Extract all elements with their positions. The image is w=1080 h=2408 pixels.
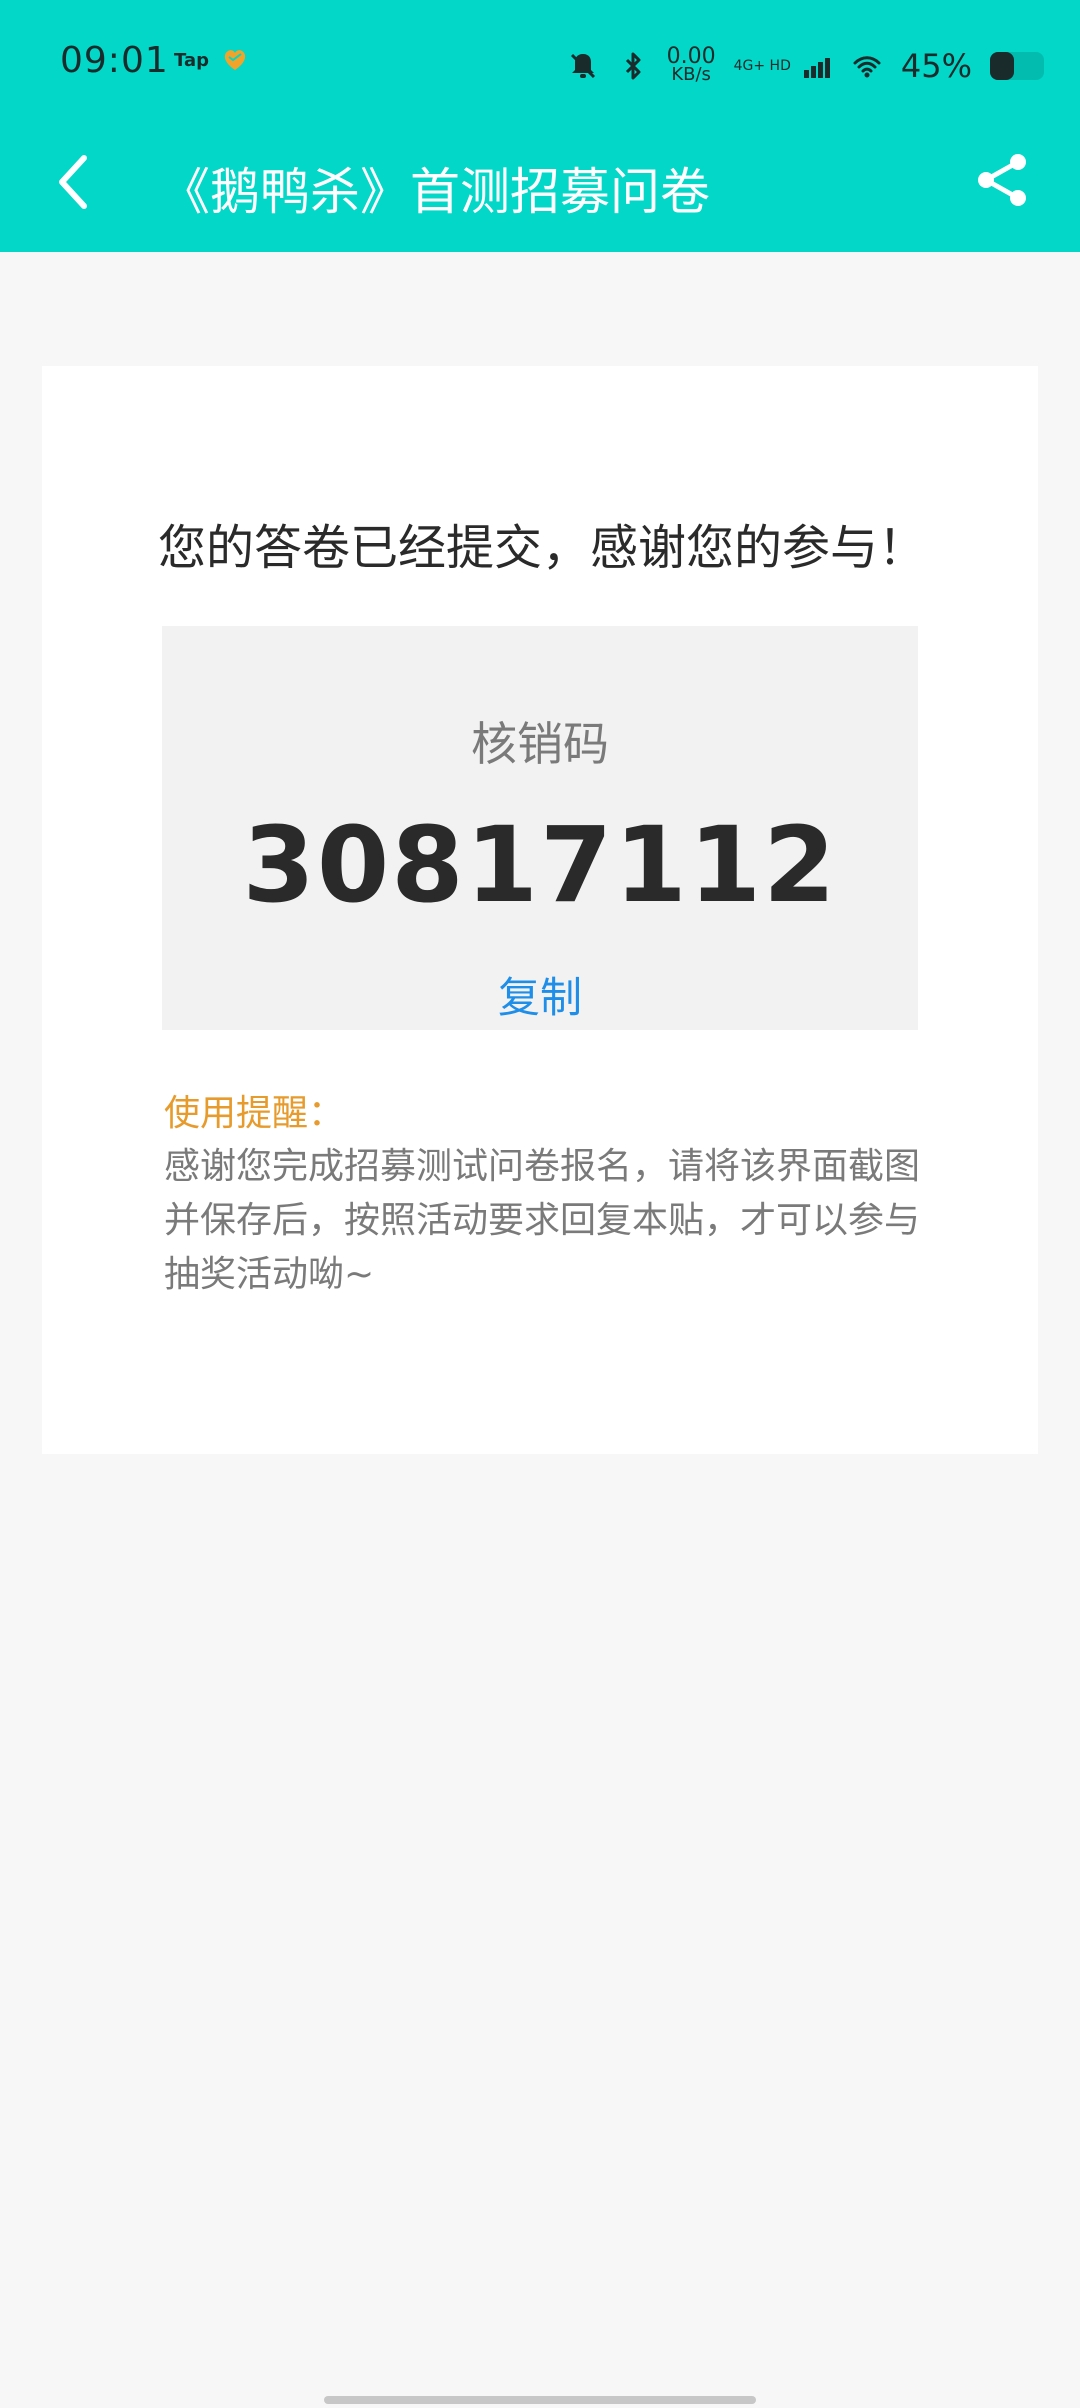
copy-button[interactable]: 复制 [162,964,918,1025]
submission-message: 您的答卷已经提交，感谢您的参与！ [158,520,927,576]
heart-icon [224,50,246,70]
network-speed: 0.00 KB/s [667,46,716,85]
mute-icon [570,53,595,79]
network-speed-unit: KB/s [671,64,711,85]
status-bar: 09:01 Tap 0.00 KB/s 4G+ HD 45% [0,0,1080,128]
reminder-title: 使用提醒： [164,1093,345,1134]
network-type: 4G+ HD [733,58,791,74]
status-time: 09:01 [60,40,169,81]
back-icon[interactable] [52,152,96,212]
reminder-text: 感谢您完成招募测试问卷报名，请将该界面截图并保存后，按照活动要求回复本贴，才可以… [164,1146,921,1295]
signal-icon [803,58,830,78]
page-title: 《鹅鸭杀》首测招募问卷 [160,163,710,221]
verification-code-value: 30817112 [242,804,838,926]
wifi-icon [853,56,881,78]
home-indicator[interactable] [324,2396,756,2404]
battery-percent: 45% [900,47,972,85]
verification-code-box: 核销码 30817112 复制 [162,626,918,1030]
status-right: 0.00 KB/s 4G+ HD 45% [567,38,1044,94]
nav-bar: 《鹅鸭杀》首测招募问卷 [0,128,1080,252]
bluetooth-icon [625,52,641,80]
battery-icon [990,52,1044,80]
tap-logo: Tap [174,50,209,71]
share-icon[interactable] [974,150,1030,210]
battery-fill [990,52,1015,80]
verification-code-label: 核销码 [471,717,609,771]
result-card: 您的答卷已经提交，感谢您的参与！ 核销码 30817112 复制 使用提醒： 感… [42,366,1038,1454]
top-bar: 09:01 Tap 0.00 KB/s 4G+ HD 45% 《鹅鸭杀》首测招募… [0,0,1080,252]
